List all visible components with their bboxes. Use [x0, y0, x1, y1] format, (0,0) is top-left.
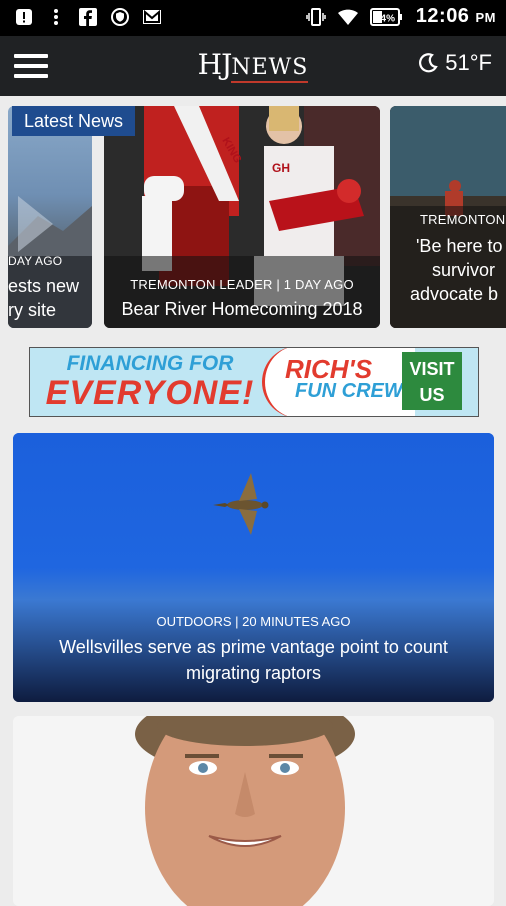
- card-title: ests new: [8, 276, 80, 296]
- battery-icon: 34%: [369, 7, 402, 26]
- ad-headline: FINANCING FOR: [66, 352, 234, 375]
- shield-icon: [111, 8, 129, 26]
- gmail-icon: [143, 9, 161, 24]
- latest-news-carousel[interactable]: DAY AGO ests new ry site KING GH TREMONT…: [0, 106, 506, 328]
- news-card[interactable]: DAY AGO ests new ry site: [8, 106, 92, 328]
- battery-level: 34%: [375, 13, 395, 24]
- news-card[interactable]: TREMONTON 'Be here to survivor advocate …: [390, 106, 506, 328]
- story-title[interactable]: Wellsvilles serve as prime vantage point…: [33, 634, 474, 686]
- alert-icon: [16, 9, 32, 25]
- card-meta: DAY AGO: [8, 254, 63, 268]
- vibrate-icon: [306, 7, 326, 26]
- moon-icon: [419, 53, 439, 73]
- story-card[interactable]: OUTDOORS | 20 MINUTES AGO Wellsvilles se…: [13, 433, 494, 702]
- card-meta: TREMONTON: [420, 212, 506, 227]
- card-meta: TREMONTON LEADER | 1 DAY AGO: [130, 277, 354, 292]
- weather-widget[interactable]: 51°F: [417, 50, 492, 76]
- ad-headline-2: EVERYONE!: [45, 374, 255, 412]
- story-meta: OUTDOORS | 20 MINUTES AGO: [156, 614, 351, 629]
- story-card[interactable]: [13, 716, 494, 906]
- more-vert-icon: [54, 9, 58, 25]
- card-title: 'Be here to: [416, 236, 503, 256]
- clock: 12:06 PM: [415, 5, 496, 27]
- ad-brand-logo: RICH'S FUN CREW: [262, 348, 415, 416]
- app-header: HJNEWS 51°F: [0, 36, 506, 96]
- wifi-icon: [337, 9, 358, 25]
- temperature: 51°F: [445, 50, 492, 75]
- status-bar: 34% 12:06 PM: [0, 0, 506, 36]
- card-title: advocate b: [410, 284, 499, 304]
- latest-news-label: Latest News: [12, 106, 136, 136]
- news-card[interactable]: KING GH TREMONTON LEADER | 1 DAY AGO Bea…: [104, 106, 380, 328]
- ad-brand-sub: FUN CREW: [295, 380, 403, 402]
- card-title: survivor: [432, 260, 496, 280]
- facebook-icon: [79, 8, 97, 26]
- story-image: [13, 716, 494, 906]
- ad-visit-button[interactable]: VISIT US: [402, 352, 462, 410]
- card-title: Bear River Homecoming 2018: [121, 299, 363, 319]
- card-title: ry site: [8, 300, 57, 320]
- ad-banner[interactable]: FINANCING FOR EVERYONE! RICH'S FUN CREW …: [29, 347, 479, 417]
- badge-label: GH: [272, 161, 290, 175]
- card-thumbnail: KING GH: [104, 106, 380, 328]
